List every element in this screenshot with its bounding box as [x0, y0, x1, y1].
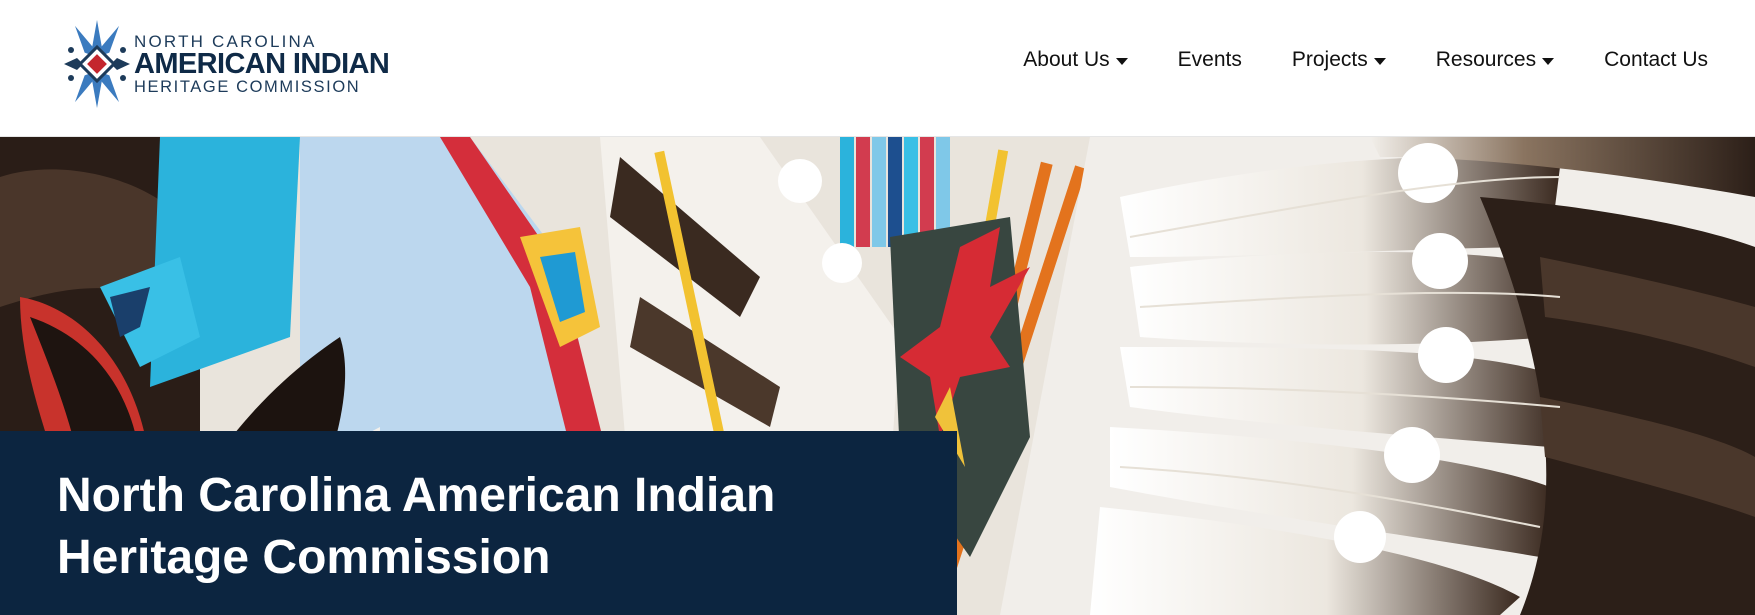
hero-title-line-2: Heritage Commission — [57, 531, 551, 584]
logo-line-2: AMERICAN INDIAN — [134, 48, 390, 80]
nav-about-us[interactable]: About Us — [1023, 48, 1128, 72]
hero-banner: North Carolina American Indian Heritage … — [0, 137, 1755, 615]
main-nav: About Us Events Projects Resources Conta… — [973, 48, 1708, 72]
nav-about-us-label: About Us — [1023, 48, 1110, 71]
nav-projects-label: Projects — [1291, 48, 1368, 71]
nav-contact-us-label: Contact Us — [1604, 48, 1708, 71]
logo-link[interactable]: NORTH CAROLINA AMERICAN INDIAN HERITAGE … — [64, 18, 390, 110]
hero-title-line-1: North Carolina American Indian — [57, 469, 776, 522]
nav-events[interactable]: Events — [1178, 48, 1242, 72]
caret-down-icon — [1542, 57, 1555, 65]
caret-down-icon — [1373, 57, 1386, 65]
nav-events-label: Events — [1177, 48, 1242, 71]
logo-emblem-icon — [64, 20, 130, 108]
nav-resources-label: Resources — [1435, 48, 1537, 71]
nav-projects[interactable]: Projects — [1292, 48, 1386, 72]
nav-contact-us[interactable]: Contact Us — [1604, 48, 1708, 72]
site-header: NORTH CAROLINA AMERICAN INDIAN HERITAGE … — [0, 0, 1755, 137]
caret-down-icon — [1115, 57, 1128, 65]
logo-line-3: HERITAGE COMMISSION — [134, 78, 361, 96]
hero-title: North Carolina American Indian Heritage … — [57, 465, 917, 589]
hero-title-box: North Carolina American Indian Heritage … — [0, 431, 957, 615]
nav-resources[interactable]: Resources — [1435, 48, 1555, 72]
